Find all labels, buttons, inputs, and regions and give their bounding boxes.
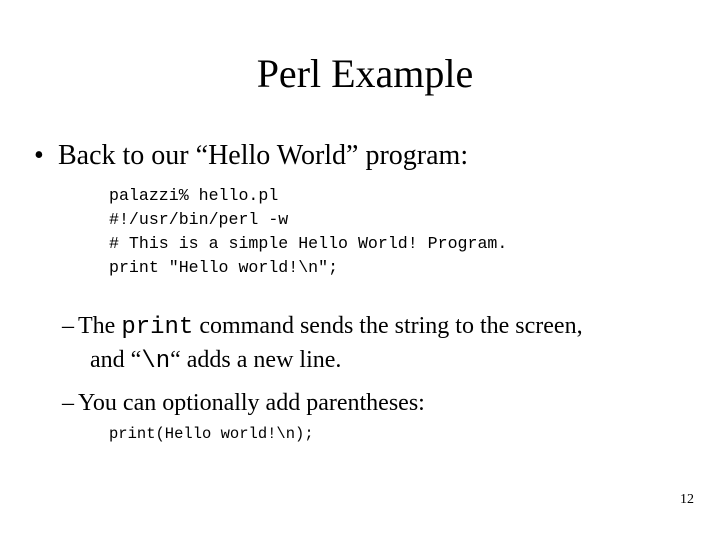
inline-code: print — [121, 314, 194, 341]
sub-bullet-text: “ adds a new line. — [170, 347, 342, 373]
bullet-item: • Back to our “Hello World” program: — [34, 138, 468, 174]
slide-title: Perl Example — [256, 51, 474, 96]
code-line: #!/usr/bin/perl -w — [109, 210, 289, 229]
sub-bullet-text: and “ — [90, 347, 142, 373]
sub-bullet-text: You can optionally add parentheses: — [78, 390, 425, 416]
sub-bullet-print-continued: and “\n“ adds a new line. — [90, 345, 341, 377]
code-line: palazzi% hello.pl — [109, 186, 279, 205]
sub-bullet-print: – The print command sends the string to t… — [62, 311, 583, 343]
page-number: 12 — [680, 492, 694, 507]
sub-bullet-parentheses: – You can optionally add parentheses: — [62, 388, 425, 418]
dash-marker: – — [62, 390, 74, 416]
sub-bullet-text: The — [78, 313, 122, 339]
inline-code: \n — [141, 348, 171, 375]
dash-marker: – — [62, 313, 74, 339]
bullet-text: Back to our “Hello World” program: — [58, 140, 469, 171]
code-line: print "Hello world!\n"; — [109, 258, 339, 277]
sub-bullet-text: command sends the string to the screen, — [193, 313, 583, 339]
bullet-dot: • — [34, 140, 44, 171]
code-example: print(Hello world!\n); — [109, 425, 314, 443]
code-line: # This is a simple Hello World! Program. — [109, 234, 508, 253]
code-block: palazzi% hello.pl #!/usr/bin/perl -w # Thi… — [109, 184, 507, 280]
